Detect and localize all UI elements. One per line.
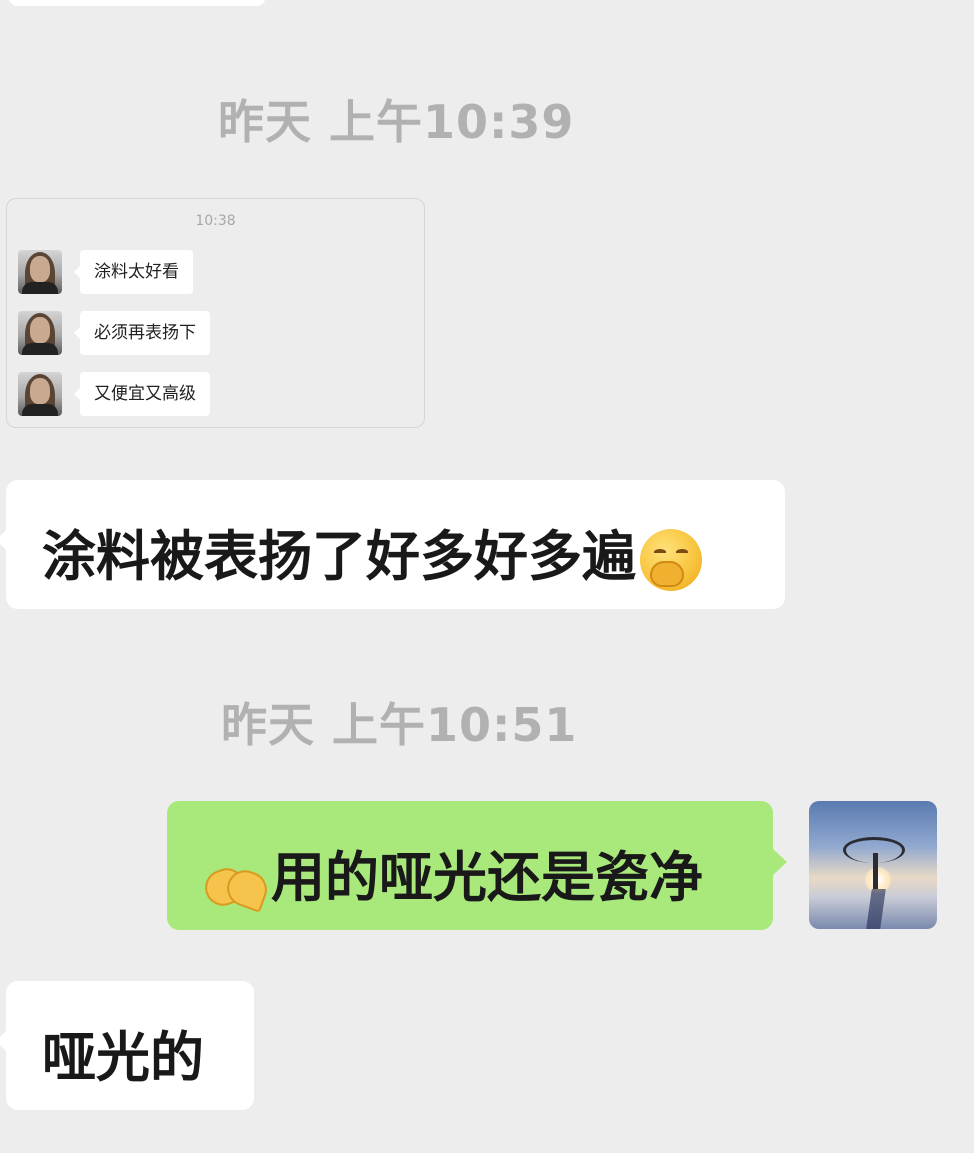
card-message-row: 又便宜又高级 <box>18 372 238 416</box>
card-message-row: 必须再表扬下 <box>18 311 238 355</box>
timestamp: 昨天 上午10:39 <box>218 95 575 149</box>
received-message-bubble[interactable]: 哑光的 <box>0 981 254 1110</box>
message-text: 涂料被表扬了好多好多遍 <box>42 525 636 588</box>
forwarded-chat-card[interactable]: 10:38 涂料太好看 必须再表扬下 又便宜又高级 <box>6 198 425 428</box>
card-message-bubble: 涂料太好看 <box>74 250 193 294</box>
message-text: 哑光的 <box>42 1026 204 1089</box>
previous-message-bubble[interactable] <box>8 0 266 6</box>
received-message-bubble[interactable]: 涂料被表扬了好多好多遍 <box>0 480 785 609</box>
my-avatar[interactable] <box>809 801 937 929</box>
card-message-row: 涂料太好看 <box>18 250 218 294</box>
timestamp: 昨天 上午10:51 <box>221 698 578 752</box>
contact-avatar <box>18 311 62 355</box>
face-with-hand-over-mouth-icon <box>640 529 702 592</box>
card-message-bubble: 必须再表扬下 <box>74 311 210 355</box>
sent-message-bubble[interactable]: 用的哑光还是瓷净 <box>167 801 787 930</box>
contact-avatar <box>18 250 62 294</box>
message-text: 用的哑光还是瓷净 <box>271 846 703 909</box>
card-message-bubble: 又便宜又高级 <box>74 372 210 416</box>
contact-avatar <box>18 372 62 416</box>
card-timestamp: 10:38 <box>195 213 236 229</box>
pinched-hands-icon <box>200 853 272 914</box>
